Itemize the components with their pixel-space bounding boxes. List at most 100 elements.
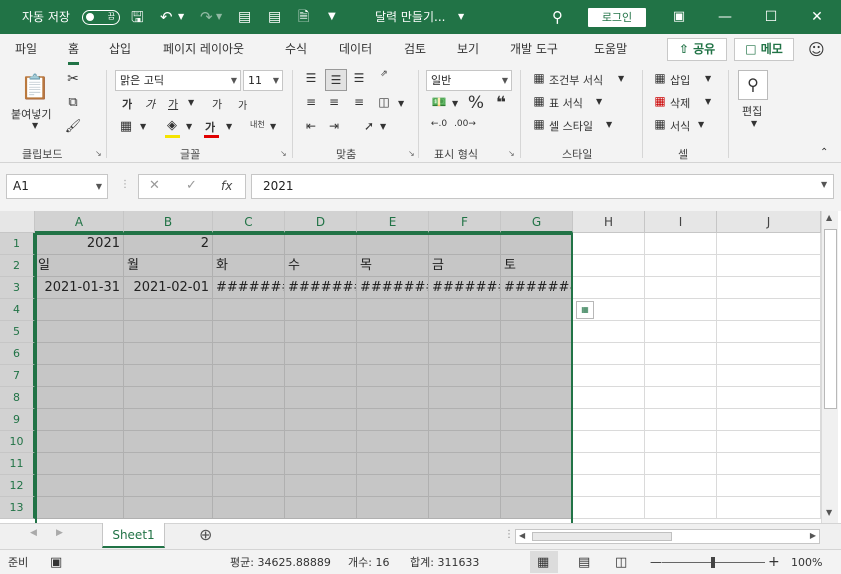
phonetic-button[interactable]: 내천 — [250, 119, 265, 130]
cell-d3[interactable]: ####### — [285, 277, 357, 299]
cell-f2[interactable]: 금 — [429, 255, 501, 277]
align-top-icon[interactable]: ☰ — [302, 71, 320, 85]
cell-c3[interactable]: ####### — [213, 277, 285, 299]
cell-f3[interactable]: ####### — [429, 277, 501, 299]
column-header-e[interactable]: E — [357, 211, 429, 233]
share-button[interactable]: ⇧ 공유 — [667, 38, 727, 61]
status-average[interactable]: 평균: 34625.88889 — [230, 550, 331, 574]
cell-b13[interactable] — [124, 497, 213, 519]
cell-h3[interactable] — [573, 277, 645, 299]
row-header-11[interactable]: 11 — [0, 453, 35, 475]
tab-data[interactable]: 데이터 — [339, 34, 372, 65]
document-title[interactable]: 달력 만들기... — [375, 0, 445, 34]
cell-b6[interactable] — [124, 343, 213, 365]
cell-g11[interactable] — [501, 453, 573, 475]
title-dropdown-icon[interactable]: ▼ — [458, 0, 464, 34]
tab-page-layout[interactable]: 페이지 레이아웃 — [163, 34, 244, 65]
format-table-button[interactable]: 표 서식 — [549, 95, 583, 111]
editing-button[interactable]: 편집 — [742, 103, 762, 119]
cell-e13[interactable] — [357, 497, 429, 519]
tab-view[interactable]: 보기 — [457, 34, 479, 65]
cell-h2[interactable] — [573, 255, 645, 277]
memo-button[interactable]: □ 메모 — [734, 38, 794, 61]
increase-decimal-icon[interactable]: ←.0 — [428, 119, 450, 129]
row-header-7[interactable]: 7 — [0, 365, 35, 387]
insert-dropdown-icon[interactable]: ▼ — [705, 74, 711, 83]
cell-a1[interactable]: 2021 — [35, 233, 124, 255]
scroll-right-icon[interactable]: ▶ — [810, 531, 816, 540]
insert-function-button[interactable]: fx — [221, 179, 232, 193]
format-painter-icon[interactable]: 🖌 — [64, 119, 82, 134]
cell-g12[interactable] — [501, 475, 573, 497]
underline-button[interactable]: 가 — [168, 96, 178, 112]
format-cells-icon[interactable]: ▦ — [652, 117, 668, 131]
cell-b12[interactable] — [124, 475, 213, 497]
spreadsheet-grid[interactable]: ▲ ▼ A B C D E F G H I J 1 2021 2 2 일 월 화 수 목 금 토 3 2021-01-31 2… — [0, 211, 841, 523]
cell-e10[interactable] — [357, 431, 429, 453]
cell-j13[interactable] — [717, 497, 821, 519]
cell-i8[interactable] — [645, 387, 717, 409]
font-color-dropdown-icon[interactable]: ▼ — [226, 122, 232, 131]
orientation-dropdown-icon[interactable]: ▼ — [380, 122, 386, 131]
align-center-icon[interactable]: ≡ — [325, 95, 343, 109]
normal-view-icon[interactable]: ▦ — [537, 550, 549, 574]
tab-file[interactable]: 파일 — [15, 34, 37, 65]
table-dropdown-icon[interactable]: ▼ — [596, 97, 602, 106]
grow-font-button[interactable]: 가 — [212, 96, 222, 112]
cell-d10[interactable] — [285, 431, 357, 453]
cell-f1[interactable] — [429, 233, 501, 255]
cell-d2[interactable]: 수 — [285, 255, 357, 277]
format-table-icon[interactable]: ▦ — [531, 94, 547, 108]
number-launcher-icon[interactable]: ↘ — [508, 149, 515, 158]
decrease-decimal-icon[interactable]: .00→ — [454, 119, 476, 129]
cell-c11[interactable] — [213, 453, 285, 475]
orientation-icon[interactable]: ➚ — [360, 119, 378, 133]
autosave-toggle[interactable]: 끔 — [82, 10, 120, 25]
cell-b10[interactable] — [124, 431, 213, 453]
select-all-button[interactable] — [0, 211, 35, 233]
minimize-icon[interactable]: — — [702, 0, 748, 34]
cell-e11[interactable] — [357, 453, 429, 475]
cell-g5[interactable] — [501, 321, 573, 343]
cell-e4[interactable] — [357, 299, 429, 321]
macro-record-icon[interactable]: ▣ — [50, 550, 62, 574]
cell-j8[interactable] — [717, 387, 821, 409]
cell-h9[interactable] — [573, 409, 645, 431]
borders-dropdown-icon[interactable]: ▼ — [140, 122, 146, 131]
cell-b1[interactable]: 2 — [124, 233, 213, 255]
cell-j5[interactable] — [717, 321, 821, 343]
cell-h5[interactable] — [573, 321, 645, 343]
scroll-up-icon[interactable]: ▲ — [826, 213, 832, 222]
cell-i9[interactable] — [645, 409, 717, 431]
login-button[interactable]: 로그인 — [588, 8, 646, 27]
align-right-icon[interactable]: ≡ — [350, 95, 368, 109]
collapse-ribbon-icon[interactable]: ⌃ — [820, 147, 828, 158]
document-icon[interactable]: 🗎 — [298, 0, 309, 34]
cell-g1[interactable] — [501, 233, 573, 255]
cell-j2[interactable] — [717, 255, 821, 277]
cell-b2[interactable]: 월 — [124, 255, 213, 277]
row-header-1[interactable]: 1 — [0, 233, 35, 255]
cell-a10[interactable] — [35, 431, 124, 453]
page-layout-view-icon[interactable]: ▤ — [578, 550, 590, 574]
row-header-6[interactable]: 6 — [0, 343, 35, 365]
cell-a11[interactable] — [35, 453, 124, 475]
decrease-indent-icon[interactable]: ⇤ — [302, 119, 320, 133]
cell-a3[interactable]: 2021-01-31 — [35, 277, 124, 299]
cell-b11[interactable] — [124, 453, 213, 475]
cell-c10[interactable] — [213, 431, 285, 453]
cut-icon[interactable]: ✂ — [64, 71, 82, 87]
editing-dropdown-icon[interactable]: ▼ — [751, 119, 757, 128]
row-header-8[interactable]: 8 — [0, 387, 35, 409]
cell-e1[interactable] — [357, 233, 429, 255]
cell-b7[interactable] — [124, 365, 213, 387]
cell-styles-dropdown-icon[interactable]: ▼ — [606, 120, 612, 129]
cell-b9[interactable] — [124, 409, 213, 431]
cell-i13[interactable] — [645, 497, 717, 519]
column-header-b[interactable]: B — [124, 211, 213, 233]
cell-b8[interactable] — [124, 387, 213, 409]
cell-f4[interactable] — [429, 299, 501, 321]
cell-j10[interactable] — [717, 431, 821, 453]
font-launcher-icon[interactable]: ↘ — [280, 149, 287, 158]
cell-e2[interactable]: 목 — [357, 255, 429, 277]
